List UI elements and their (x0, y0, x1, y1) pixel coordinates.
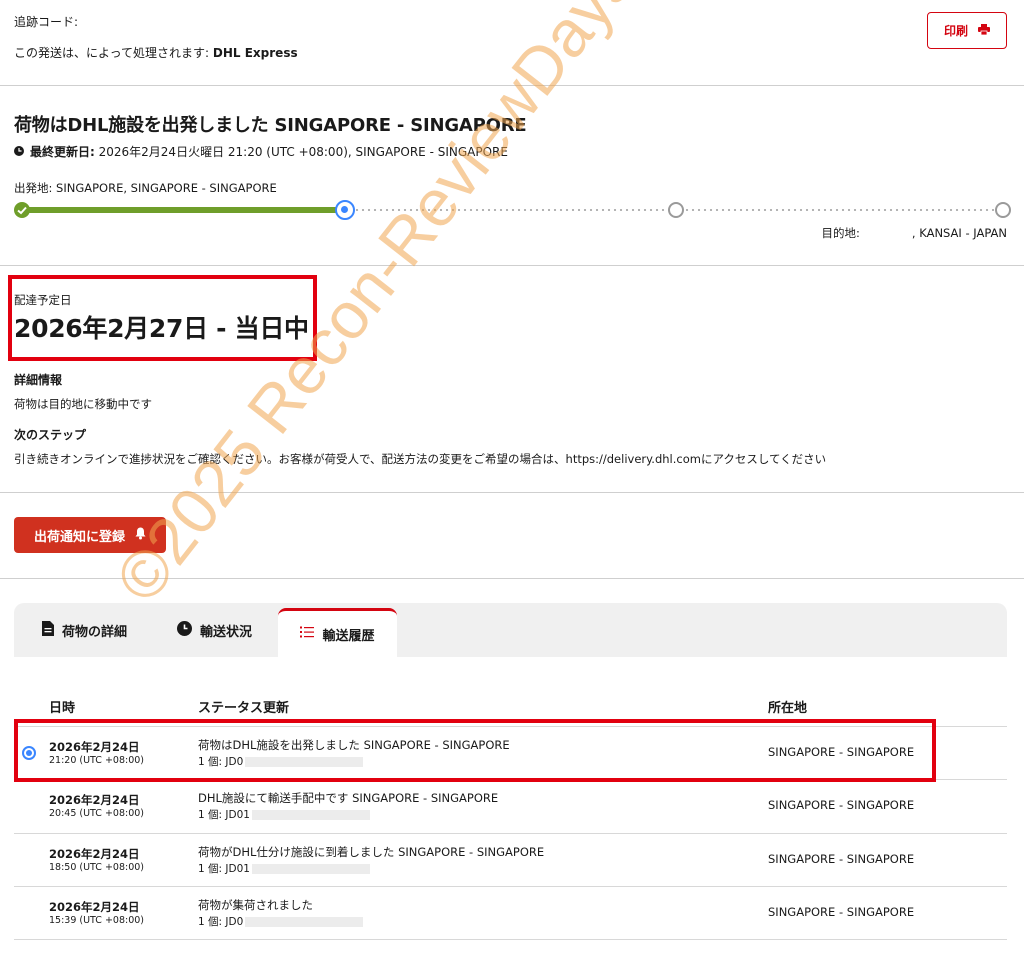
event-location: SINGAPORE - SINGAPORE (768, 905, 915, 919)
divider (14, 939, 1007, 940)
bell-icon (135, 527, 146, 544)
tab-transit-history[interactable]: 輸送履歴 (278, 608, 397, 657)
progress-track (14, 200, 1011, 220)
notify-label: 出荷通知に登録 (33, 529, 125, 545)
divider (0, 85, 1024, 86)
highlight-box (14, 719, 936, 782)
redaction (251, 810, 370, 820)
milestone-icon (668, 202, 684, 218)
last-updated-label: 最終更新日: (30, 145, 95, 159)
column-header-location: 所在地 (768, 701, 808, 716)
clock-icon (14, 145, 24, 159)
progress-dots (354, 209, 676, 211)
event-date: 2026年2月24日 (49, 847, 140, 861)
printer-icon (978, 23, 990, 38)
destination-icon (995, 202, 1011, 218)
next-step-heading: 次のステップ (14, 428, 87, 442)
event-pieces: 1 個: JD01 (198, 807, 370, 822)
subscribe-notification-button[interactable]: 出荷通知に登録 (14, 517, 166, 553)
tracking-code-label: 追跡コード: (14, 15, 79, 29)
event-status: 荷物がDHL仕分け施設に到着しました SINGAPORE - SINGAPORE (198, 845, 545, 859)
document-icon (42, 620, 54, 640)
tab-shipment-details[interactable]: 荷物の詳細 (42, 603, 127, 657)
event-pieces: 1 個: JD01 (198, 861, 370, 876)
destination-label: 目的地:, KANSAI - JAPAN (821, 226, 1007, 240)
status-title: 荷物はDHL施設を出発しました SINGAPORE - SINGAPORE (14, 115, 527, 136)
last-updated: 最終更新日: 2026年2月24日火曜日 21:20 (UTC +08:00),… (14, 143, 508, 160)
tab-bar: 荷物の詳細 輸送状況 輸送履歴 (14, 603, 1007, 657)
progress-bar-complete (22, 207, 342, 213)
last-updated-value: 2026年2月24日火曜日 21:20 (UTC +08:00), SINGAP… (94, 145, 508, 159)
event-location: SINGAPORE - SINGAPORE (768, 798, 915, 812)
print-button[interactable]: 印刷 (927, 12, 1007, 49)
carrier-name: DHL Express (212, 46, 298, 60)
event-time: 18:50 (UTC +08:00) (49, 862, 144, 873)
event-date: 2026年2月24日 (49, 900, 140, 914)
divider (0, 492, 1024, 493)
divider (0, 265, 1024, 266)
tab-label: 輸送状況 (200, 624, 253, 640)
event-location: SINGAPORE - SINGAPORE (768, 852, 915, 866)
origin-label: 出発地: SINGAPORE, SINGAPORE - SINGAPORE (14, 181, 277, 195)
print-label: 印刷 (943, 24, 968, 38)
redaction (245, 917, 364, 927)
table-row[interactable]: 2026年2月24日 18:50 (UTC +08:00) 荷物がDHL仕分け施… (14, 833, 1007, 886)
table-row[interactable]: 2026年2月24日 20:45 (UTC +08:00) DHL施設にて輸送手… (14, 779, 1007, 832)
event-status: 荷物が集荷されました (198, 898, 313, 912)
event-time: 15:39 (UTC +08:00) (49, 915, 144, 926)
origin-check-icon (14, 202, 30, 218)
divider (0, 578, 1024, 579)
column-header-date: 日時 (49, 701, 76, 716)
column-header-status: ステータス更新 (198, 701, 290, 716)
tab-transit-status[interactable]: 輸送状況 (177, 603, 252, 657)
table-row[interactable]: 2026年2月24日 15:39 (UTC +08:00) 荷物が集荷されました… (14, 886, 1007, 939)
current-position-icon (335, 200, 355, 220)
event-status: DHL施設にて輸送手配中です SINGAPORE - SINGAPORE (198, 791, 499, 805)
tab-label: 荷物の詳細 (62, 624, 128, 640)
detail-heading: 詳細情報 (14, 373, 63, 387)
progress-dots (684, 209, 1004, 211)
eta-value: 2026年2月27日 - 当日中 (14, 314, 309, 343)
carrier-prefix: この発送は、によって処理されます: (14, 46, 213, 60)
tab-label: 輸送履歴 (322, 628, 375, 644)
redaction (251, 864, 370, 874)
carrier-line: この発送は、によって処理されます: DHL Express (14, 44, 298, 61)
eta-label: 配達予定日 (14, 293, 72, 307)
list-icon (300, 626, 315, 642)
event-pieces: 1 個: JD0 (198, 914, 364, 929)
clock-icon (177, 620, 192, 640)
event-time: 20:45 (UTC +08:00) (49, 808, 144, 819)
next-step-text: 引き続きオンラインで進捗状況をご確認ください。お客様が荷受人で、配送方法の変更を… (14, 452, 827, 466)
detail-text: 荷物は目的地に移動中です (14, 397, 152, 411)
event-date: 2026年2月24日 (49, 793, 140, 807)
